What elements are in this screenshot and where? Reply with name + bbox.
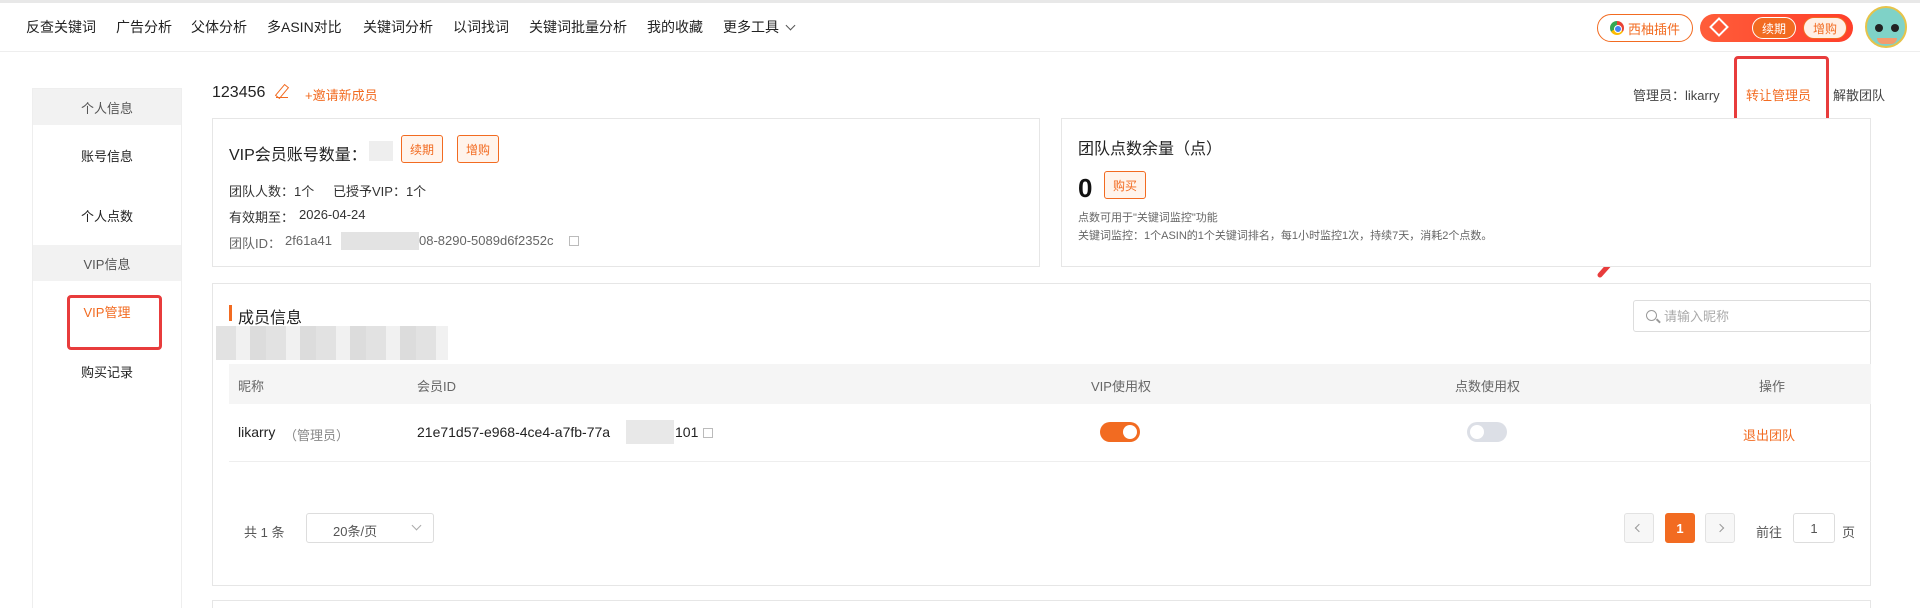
redacted-area xyxy=(216,326,448,360)
goto-label: 前往 xyxy=(1756,525,1783,540)
vip-actions: 续期 增购 xyxy=(1700,14,1853,42)
dissolve-team-link[interactable]: 解散团队 xyxy=(1833,85,1885,104)
team-count: 团队人数：1个 xyxy=(229,184,315,199)
vip-card-title: VIP会员账号数量： xyxy=(229,147,367,164)
leave-team-link[interactable]: 退出团队 xyxy=(1743,425,1795,444)
nav-buy-button[interactable]: 增购 xyxy=(1803,17,1847,39)
page-size-value: 20条/页 xyxy=(333,524,378,539)
plugin-button[interactable]: 西柚插件 xyxy=(1597,14,1693,42)
points-buy-button[interactable]: 购买 xyxy=(1104,171,1146,199)
highlight-box-transfer xyxy=(1734,56,1829,126)
nav-batch-keyword[interactable]: 关键词批量分析 xyxy=(529,17,627,37)
member-search-input[interactable] xyxy=(1664,301,1864,331)
sidebar-group-personal: 个人信息 xyxy=(33,89,181,125)
redacted-team-id xyxy=(341,232,419,250)
copy-icon[interactable] xyxy=(569,236,579,246)
search-icon xyxy=(1646,310,1657,321)
invite-member-link[interactable]: +邀请新成员 xyxy=(305,85,378,104)
valid-date: 2026-04-24 xyxy=(299,207,366,222)
sidebar-group-vip: VIP信息 xyxy=(33,245,181,281)
page-size-select[interactable]: 20条/页 xyxy=(306,513,434,543)
nav-ad-analysis[interactable]: 广告分析 xyxy=(116,17,172,37)
valid-until-label: 有效期至： xyxy=(229,210,295,225)
team-name: 123456 xyxy=(212,84,266,101)
col-vip-right: VIP使用权 xyxy=(1091,379,1151,394)
member-id-end: 101 xyxy=(675,424,699,440)
redacted-member-id xyxy=(626,420,674,444)
points-right-toggle[interactable] xyxy=(1467,422,1507,442)
section-marker xyxy=(229,305,232,321)
chevron-down-icon xyxy=(785,20,796,31)
next-page-button[interactable] xyxy=(1705,513,1735,543)
edit-icon[interactable] xyxy=(276,86,288,98)
vip-renew-button[interactable]: 续期 xyxy=(401,135,443,163)
points-note-2: 关键词监控：1个ASIN的1个关键词排名，每1小时监控1次，持续7天，消耗2个点… xyxy=(1078,230,1493,242)
points-card: 团队点数余量（点） 0 购买 点数可用于"关键词监控"功能 关键词监控：1个AS… xyxy=(1061,118,1871,267)
member-search[interactable] xyxy=(1633,300,1871,332)
team-id-label: 团队ID： xyxy=(229,236,282,251)
nav-asin-compare[interactable]: 多ASIN对比 xyxy=(267,17,342,37)
vip-right-toggle[interactable] xyxy=(1100,422,1140,442)
page-suffix: 页 xyxy=(1842,525,1856,540)
nav-parent-analysis[interactable]: 父体分析 xyxy=(191,17,247,37)
team-id-start: 2f61a41 xyxy=(285,233,332,248)
col-points-right: 点数使用权 xyxy=(1455,379,1521,394)
nav-more-tools[interactable]: 更多工具 xyxy=(723,17,796,37)
team-id-end: 08-8290-5089d6f2352c xyxy=(419,233,554,248)
sidebar-item-points[interactable]: 个人点数 xyxy=(33,185,181,245)
member-id-start: 21e71d57-e968-4ce4-a7fb-77a xyxy=(417,424,611,440)
nav-renew-button[interactable]: 续期 xyxy=(1752,17,1796,39)
nav-word-find[interactable]: 以词找词 xyxy=(453,17,509,37)
member-role: （管理员） xyxy=(284,428,350,443)
nav-more-tools-label: 更多工具 xyxy=(723,19,779,35)
col-member-id: 会员ID xyxy=(417,379,457,394)
admin-label: 管理员：likarry xyxy=(1633,88,1720,103)
prev-page-button[interactable] xyxy=(1624,513,1654,543)
top-navbar: 反查关键词 广告分析 父体分析 多ASIN对比 关键词分析 以词找词 关键词批量… xyxy=(0,0,1920,52)
sidebar-item-purchase[interactable]: 购买记录 xyxy=(33,341,181,401)
vip-buy-button[interactable]: 增购 xyxy=(457,135,499,163)
vip-granted: 已授予VIP：1个 xyxy=(333,184,427,199)
next-card-edge xyxy=(212,600,1871,608)
toggle-knob xyxy=(1470,425,1484,439)
avatar[interactable] xyxy=(1865,6,1907,48)
points-card-title: 团队点数余量（点） xyxy=(1078,141,1223,158)
nav-keyword-analysis[interactable]: 关键词分析 xyxy=(363,17,433,37)
chevron-down-icon xyxy=(411,520,422,531)
sidebar-item-account[interactable]: 账号信息 xyxy=(33,125,181,185)
nav-reverse-keyword[interactable]: 反查关键词 xyxy=(26,17,96,37)
page-1-button[interactable]: 1 xyxy=(1665,513,1695,543)
toggle-knob xyxy=(1123,425,1137,439)
col-action: 操作 xyxy=(1759,379,1786,394)
vip-card: VIP会员账号数量： 续期 增购 团队人数：1个 已授予VIP：1个 有效期至：… xyxy=(212,118,1040,267)
chrome-icon xyxy=(1609,21,1624,35)
plugin-label: 西柚插件 xyxy=(1627,21,1680,37)
copy-icon[interactable] xyxy=(703,428,713,438)
table-header xyxy=(229,364,1871,404)
chevron-left-icon xyxy=(1634,523,1644,533)
members-title: 成员信息 xyxy=(238,310,303,327)
points-value: 0 xyxy=(1078,173,1093,203)
points-note-1: 点数可用于"关键词监控"功能 xyxy=(1078,212,1218,224)
col-nickname: 昵称 xyxy=(238,379,265,394)
diamond-icon xyxy=(1709,17,1729,37)
highlight-box-vip-manage xyxy=(67,295,162,350)
goto-page-input[interactable]: 1 xyxy=(1793,513,1835,543)
redacted-count xyxy=(369,141,393,161)
nav-favorites[interactable]: 我的收藏 xyxy=(647,17,703,37)
chevron-right-icon xyxy=(1715,523,1725,533)
member-nickname: likarry xyxy=(238,424,276,440)
total-count: 共 1 条 xyxy=(244,525,285,540)
